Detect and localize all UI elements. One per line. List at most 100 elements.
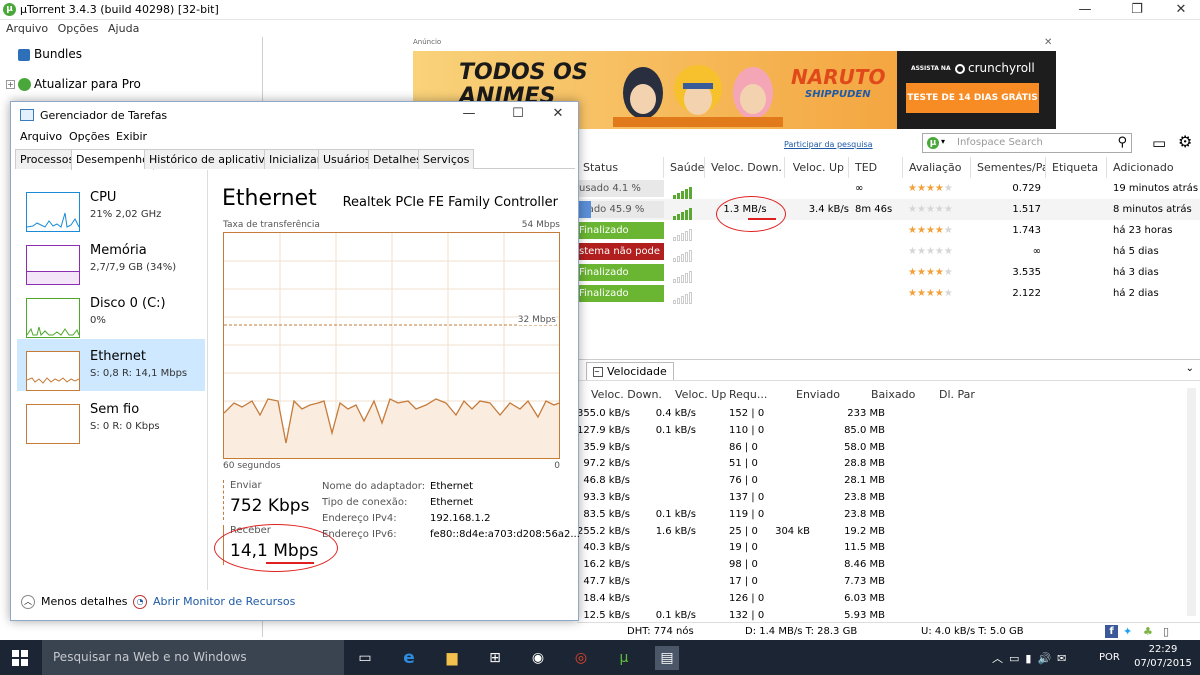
- perf-item-memory[interactable]: Memória 2,7/7,9 GB (34%): [17, 233, 205, 285]
- peer-row[interactable]: 93.3 kB/s 137 | 0 23.8 MB: [577, 490, 1177, 507]
- tab-desempenho[interactable]: Desempenho: [71, 149, 154, 170]
- peer-got: 23.8 MB: [844, 492, 885, 503]
- perf-item-cpu[interactable]: CPU 21% 2,02 GHz: [17, 180, 205, 232]
- tm-menu-arquivo[interactable]: Arquivo: [20, 130, 62, 143]
- store-icon[interactable]: ⊞: [483, 646, 507, 670]
- perf-item-ethernet[interactable]: Ethernet S: 0,8 R: 14,1 Mbps: [17, 339, 205, 391]
- fewer-details-button[interactable]: ︿ Menos detalhes: [21, 595, 128, 609]
- resource-monitor-link[interactable]: ◔ Abrir Monitor de Recursos: [133, 595, 295, 609]
- torrent-row[interactable]: Finalizado 3.535 há 3 dias ★★★★★: [577, 262, 1200, 283]
- torrent-added: há 3 dias: [1113, 267, 1159, 278]
- perf-item-wifi[interactable]: Sem fio S: 0 R: 0 Kbps: [17, 392, 205, 444]
- chrome-icon[interactable]: ◎: [569, 646, 593, 670]
- menu-opcoes[interactable]: Opções: [58, 22, 99, 35]
- android-icon[interactable]: ♣: [1143, 623, 1153, 640]
- file-explorer-icon[interactable]: ▆: [440, 646, 464, 670]
- menu-arquivo[interactable]: Arquivo: [6, 22, 48, 35]
- col-label[interactable]: Etiqueta: [1046, 157, 1107, 178]
- tm-close-button[interactable]: ✕: [538, 106, 578, 126]
- search-box[interactable]: µ ▾ Infospace Search ⚲: [922, 133, 1132, 153]
- expand-icon[interactable]: +: [6, 80, 15, 89]
- clock[interactable]: 22:29 07/07/2015: [1133, 643, 1193, 671]
- survey-link[interactable]: Participar da pesquisa: [784, 140, 873, 149]
- task-view-icon[interactable]: ▭: [353, 646, 377, 670]
- chevron-down-icon[interactable]: ▾: [941, 137, 945, 146]
- utorrent-taskbar-icon[interactable]: µ: [612, 646, 636, 670]
- peer-row[interactable]: 355.0 kB/s 0.4 kB/s 152 | 0 233 MB: [577, 406, 1177, 423]
- col-rating[interactable]: Avaliação: [903, 157, 971, 178]
- peer-row[interactable]: 127.9 kB/s 0.1 kB/s 110 | 0 85.0 MB: [577, 423, 1177, 440]
- tab-processos[interactable]: Processos: [15, 149, 80, 169]
- tab-velocidade[interactable]: ~ Velocidade: [586, 362, 674, 380]
- col-health[interactable]: Saúde: [664, 157, 705, 178]
- restore-button[interactable]: ❐: [1114, 0, 1160, 20]
- peer-row[interactable]: 255.2 kB/s 1.6 kB/s 25 | 0 304 kB 19.2 MB: [577, 524, 1177, 541]
- peer-col-req[interactable]: Requ...: [725, 384, 767, 406]
- col-added[interactable]: Adicionado: [1107, 157, 1200, 178]
- language-indicator[interactable]: POR: [1099, 652, 1120, 663]
- trial-button[interactable]: TESTE DE 14 DIAS GRÁTIS: [906, 83, 1039, 113]
- search-icon[interactable]: ⚲: [1117, 135, 1127, 150]
- minimize-button[interactable]: —: [1062, 0, 1108, 20]
- peer-row[interactable]: 16.2 kB/s 98 | 0 8.46 MB: [577, 557, 1177, 574]
- red-circle-annotation: [214, 524, 338, 572]
- tm-minimize-button[interactable]: —: [449, 106, 489, 126]
- peer-row[interactable]: 47.7 kB/s 17 | 0 7.73 MB: [577, 574, 1177, 591]
- chevron-down-icon[interactable]: ⌄: [1186, 363, 1194, 374]
- system-tray[interactable]: ︿▭▮🔊✉: [992, 650, 1072, 666]
- rating-stars[interactable]: ★★★★★: [908, 241, 953, 262]
- col-status[interactable]: Status: [577, 157, 664, 178]
- peer-col-up[interactable]: Veloc. Up: [671, 384, 726, 406]
- tab-usuarios[interactable]: Usuários: [318, 149, 376, 169]
- rating-stars[interactable]: ★★★★★: [908, 199, 953, 220]
- tab-inicializar[interactable]: Inicializar: [264, 149, 327, 169]
- col-ted[interactable]: TED: [849, 157, 903, 178]
- peer-row[interactable]: 83.5 kB/s 0.1 kB/s 119 | 0 23.8 MB: [577, 507, 1177, 524]
- peer-row[interactable]: 40.3 kB/s 19 | 0 11.5 MB: [577, 540, 1177, 557]
- torrent-row[interactable]: stema não pode en ∞ há 5 dias ★★★★★: [577, 241, 1200, 274]
- torrent-row[interactable]: usado 4.1 % ∞ 0.729 19 minutos atrás ★★★★★: [577, 178, 1200, 199]
- rating-stars[interactable]: ★★★★★: [908, 283, 953, 304]
- peer-req: 98 | 0: [729, 559, 758, 571]
- steam-icon[interactable]: ◉: [526, 646, 550, 670]
- tab-servicos[interactable]: Serviços: [418, 149, 475, 169]
- rating-stars[interactable]: ★★★★★: [908, 178, 953, 199]
- sidebar-item-bundles[interactable]: Bundles: [6, 44, 82, 64]
- taskbar-search[interactable]: Pesquisar na Web e no Windows: [42, 640, 344, 675]
- tm-menu-opcoes[interactable]: Opções: [69, 130, 110, 143]
- tm-maximize-button[interactable]: ☐: [498, 106, 538, 126]
- peer-row[interactable]: 46.8 kB/s 76 | 0 28.1 MB: [577, 473, 1177, 490]
- windows-start-icon[interactable]: [12, 650, 28, 666]
- perf-item-disk[interactable]: Disco 0 (C:) 0%: [17, 286, 205, 338]
- monitor-icon[interactable]: ▭: [1152, 134, 1166, 152]
- torrent-row[interactable]: ixado 45.9 % 1.3 MB/s 3.4 kB/s 8m 46s 1.517 8…: [577, 199, 1200, 220]
- col-seeds[interactable]: Sementes/Pa...: [971, 157, 1046, 178]
- peer-row[interactable]: 18.4 kB/s 126 | 0 6.03 MB: [577, 591, 1177, 608]
- peer-row[interactable]: 97.2 kB/s 51 | 0 28.8 MB: [577, 456, 1177, 473]
- twitter-icon[interactable]: ✦: [1123, 623, 1132, 640]
- peer-col-dlpar[interactable]: Dl. Par: [935, 384, 975, 406]
- torrent-row[interactable]: Finalizado 1.743 há 23 horas ★★★★★: [577, 220, 1200, 241]
- menu-ajuda[interactable]: Ajuda: [108, 22, 139, 35]
- col-down[interactable]: Veloc. Down.: [705, 157, 785, 178]
- close-button[interactable]: ✕: [1158, 0, 1200, 20]
- scrollbar[interactable]: [1187, 388, 1196, 616]
- tab-historico[interactable]: Histórico de aplicativos: [144, 149, 283, 169]
- facebook-icon[interactable]: f: [1105, 625, 1118, 638]
- peer-col-got[interactable]: Baixado: [867, 384, 915, 406]
- mobile-icon[interactable]: ▯: [1163, 623, 1169, 640]
- edge-icon[interactable]: e: [397, 646, 421, 670]
- peer-col-sent[interactable]: Enviado: [792, 384, 840, 406]
- ad-close-icon[interactable]: ✕: [1044, 37, 1052, 48]
- peer-row[interactable]: 35.9 kB/s 86 | 0 58.0 MB: [577, 440, 1177, 457]
- task-manager-taskbar-icon[interactable]: ▤: [655, 646, 679, 670]
- tm-menu-exibir[interactable]: Exibir: [116, 130, 147, 143]
- rating-stars[interactable]: ★★★★★: [908, 220, 953, 241]
- sidebar-item-pro[interactable]: + Atualizar para Pro: [6, 74, 141, 94]
- gear-icon[interactable]: ⚙: [1178, 132, 1192, 151]
- col-up[interactable]: Veloc. Up: [785, 157, 849, 178]
- peer-col-down[interactable]: Veloc. Down.: [587, 384, 662, 406]
- rating-stars[interactable]: ★★★★★: [908, 262, 953, 283]
- peer-req: 86 | 0: [729, 441, 758, 453]
- torrent-row[interactable]: Finalizado 2.122 há 2 dias ★★★★★: [577, 283, 1200, 304]
